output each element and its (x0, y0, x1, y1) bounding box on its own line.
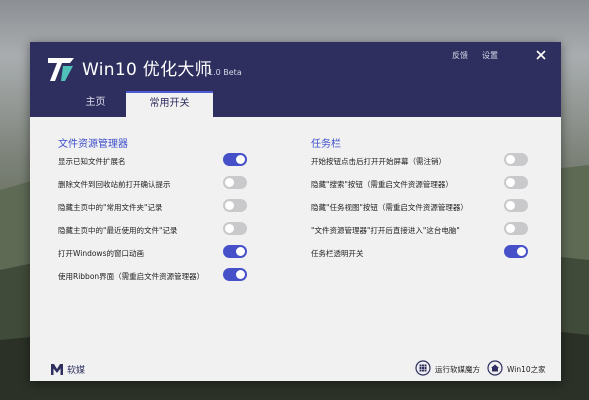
app-logo-icon (48, 58, 74, 81)
option-label: 使用Ribbon界面（需重启文件资源管理器） (58, 272, 205, 281)
option-label: 显示已知文件扩展名 (58, 157, 126, 166)
option-label: "文件资源管理器"打开后直接进入"这台电脑" (311, 226, 460, 235)
toggle-delete-confirm[interactable] (223, 176, 247, 189)
option-label: 开始按钮点击后打开开始屏幕（需注销） (311, 157, 446, 166)
toggle-knob (236, 270, 245, 279)
option-label: 隐藏主页中的"常用文件夹"记录 (58, 203, 163, 212)
toggle-knob (225, 224, 234, 233)
toggle-knob (517, 247, 526, 256)
toggle-knob (236, 247, 245, 256)
app-window: Win10 优化大师 1.0 Beta 反馈 设置 主页 常用开关 文件资源管理… (30, 42, 561, 381)
brand-name: 软媒 (67, 366, 86, 376)
toggle-hide-search-button[interactable] (504, 176, 528, 189)
file-explorer-section-title: 文件资源管理器 (58, 139, 128, 150)
win10-home-label: Win10之家 (507, 365, 546, 374)
toggle-start-screen[interactable] (504, 153, 528, 166)
toggle-knob (506, 155, 515, 164)
app-version: 1.0 Beta (208, 68, 242, 77)
settings-link[interactable]: 设置 (482, 50, 498, 61)
toggle-hide-task-view[interactable] (504, 199, 528, 212)
option-label: 删除文件到回收站前打开确认提示 (58, 180, 171, 189)
toggle-window-animation[interactable] (223, 245, 247, 258)
toggle-hide-recent-files[interactable] (223, 222, 247, 235)
option-label: 隐藏"任务视图"按钮（需重启文件资源管理器） (311, 203, 468, 212)
toggle-taskbar-transparent[interactable] (504, 245, 528, 258)
magic-cube-icon (415, 360, 431, 376)
home-icon (487, 360, 503, 376)
tab-home[interactable]: 主页 (64, 91, 127, 117)
toggle-hide-frequent-folders[interactable] (223, 199, 247, 212)
ruanmei-logo-icon (51, 364, 63, 375)
toggle-knob (236, 155, 245, 164)
title-bar: Win10 优化大师 1.0 Beta 反馈 设置 主页 常用开关 (30, 42, 561, 117)
app-title: Win10 优化大师 (82, 60, 212, 80)
taskbar-section-title: 任务栏 (311, 139, 341, 150)
feedback-link[interactable]: 反馈 (452, 50, 468, 61)
toggle-open-this-pc[interactable] (504, 222, 528, 235)
toggle-knob (506, 201, 515, 210)
toggle-show-extensions[interactable] (223, 153, 247, 166)
tab-common-switches[interactable]: 常用开关 (126, 91, 213, 117)
option-label: 打开Windows的窗口动画 (58, 249, 144, 258)
toggle-knob (225, 201, 234, 210)
option-label: 隐藏"搜索"按钮（需重启文件资源管理器） (311, 180, 453, 189)
toggle-ribbon-ui[interactable] (223, 268, 247, 281)
close-icon[interactable] (532, 46, 550, 64)
toggle-knob (506, 178, 515, 187)
toggle-knob (506, 224, 515, 233)
toggle-knob (225, 178, 234, 187)
option-label: 任务栏透明开关 (311, 249, 364, 258)
option-label: 隐藏主页中的"最近使用的文件"记录 (58, 226, 178, 235)
run-magic-cube-label: 运行软媒魔方 (435, 365, 480, 374)
